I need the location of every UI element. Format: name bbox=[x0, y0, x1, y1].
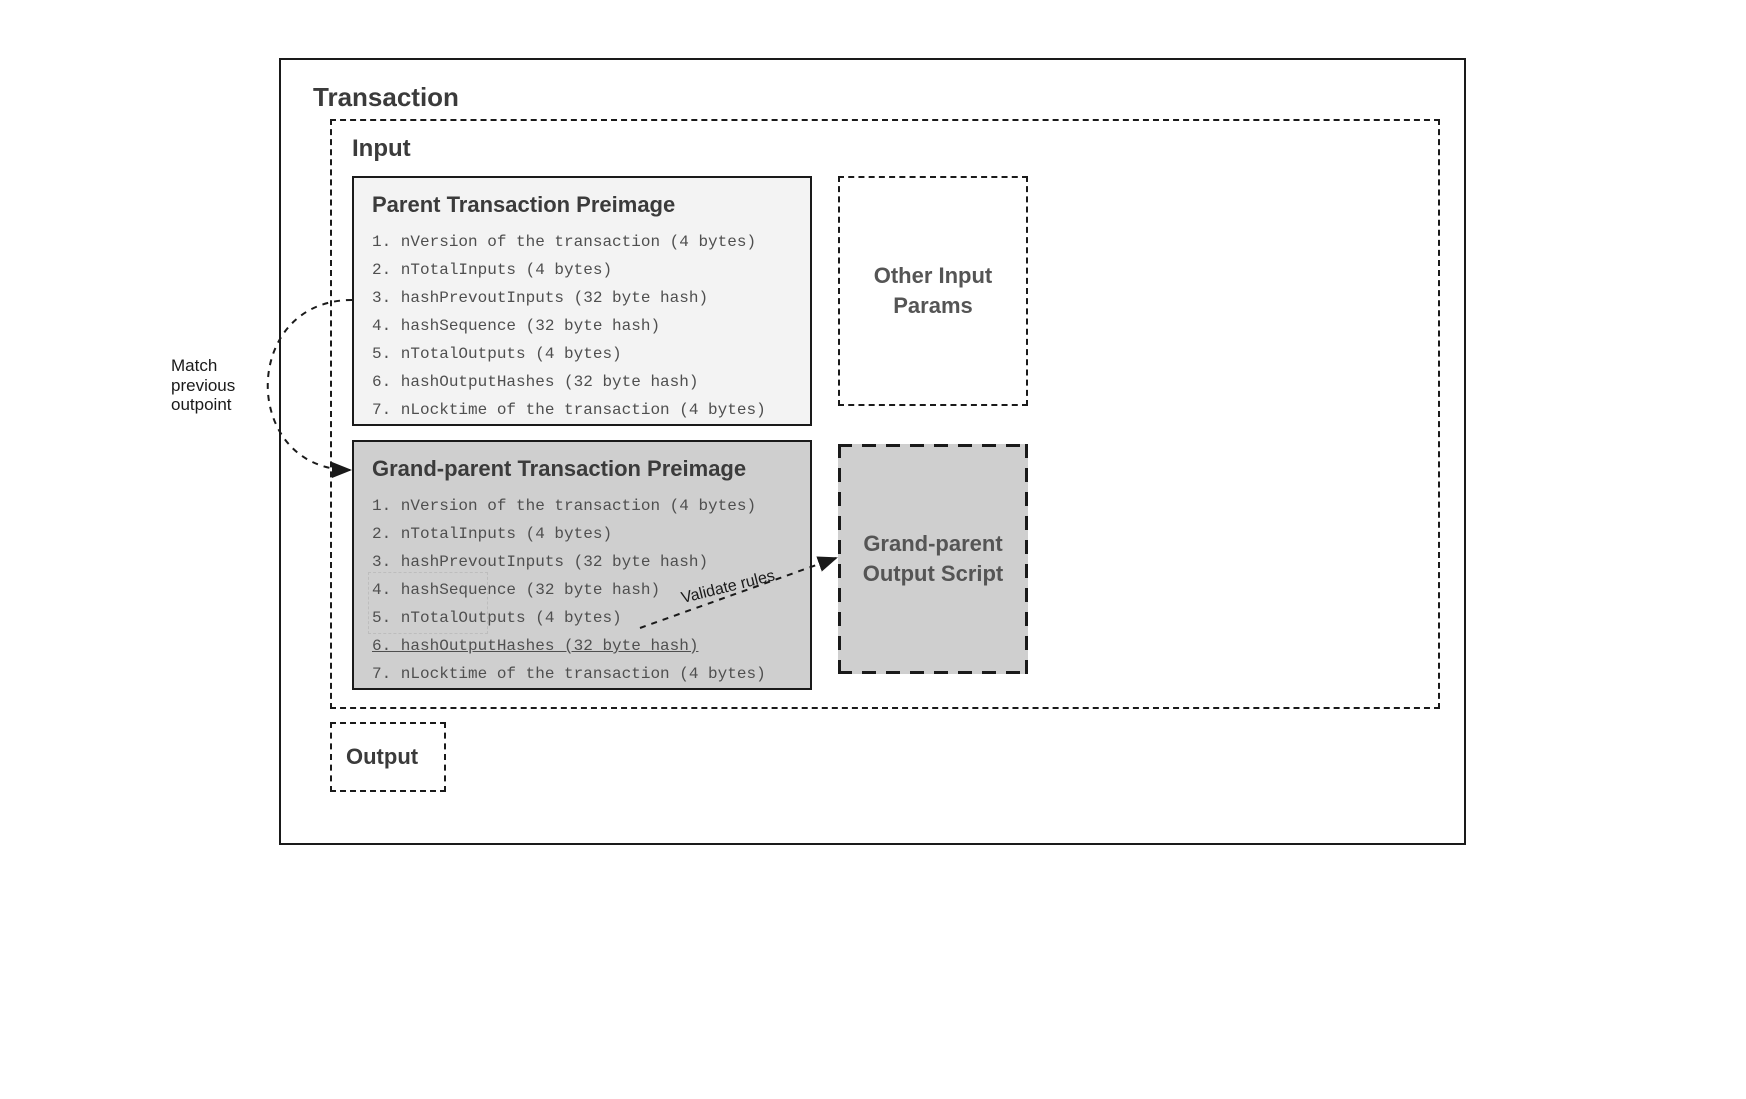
parent-preimage-item: 4. hashSequence (32 byte hash) bbox=[372, 312, 792, 340]
parent-preimage-item: 1. nVersion of the transaction (4 bytes) bbox=[372, 228, 792, 256]
input-title: Input bbox=[352, 135, 411, 163]
parent-preimage-item: 7. nLocktime of the transaction (4 bytes… bbox=[372, 396, 792, 424]
parent-preimage-item: 6. hashOutputHashes (32 byte hash) bbox=[372, 368, 792, 396]
grandparent-preimage-item: 1. nVersion of the transaction (4 bytes) bbox=[372, 492, 792, 520]
other-input-params-box: Other Input Params bbox=[838, 176, 1028, 406]
transaction-title: Transaction bbox=[313, 82, 459, 113]
parent-preimage-item: 5. nTotalOutputs (4 bytes) bbox=[372, 340, 792, 368]
match-outpoint-annotation: Match previous outpoint bbox=[171, 356, 235, 415]
output-box: Output bbox=[330, 722, 446, 792]
parent-preimage-item: 3. hashPrevoutInputs (32 byte hash) bbox=[372, 284, 792, 312]
parent-preimage-item: 2. nTotalInputs (4 bytes) bbox=[372, 256, 792, 284]
parent-preimage-box: Parent Transaction Preimage 1. nVersion … bbox=[352, 176, 812, 426]
grandparent-preimage-item-hashoutputhashes: 6. hashOutputHashes (32 byte hash) bbox=[372, 632, 792, 660]
grandparent-preimage-item: 7. nLocktime of the transaction (4 bytes… bbox=[372, 660, 792, 688]
grandparent-preimage-item: 2. nTotalInputs (4 bytes) bbox=[372, 520, 792, 548]
grandparent-preimage-box: Grand-parent Transaction Preimage 1. nVe… bbox=[352, 440, 812, 690]
diagram-canvas: Transaction Input Parent Transaction Pre… bbox=[0, 0, 1746, 1099]
parent-preimage-title: Parent Transaction Preimage bbox=[372, 192, 792, 218]
output-title: Output bbox=[346, 744, 418, 770]
grandparent-preimage-title: Grand-parent Transaction Preimage bbox=[372, 456, 792, 482]
grandparent-output-script-box: Grand-parent Output Script bbox=[838, 444, 1028, 674]
hashoutput-highlight bbox=[368, 572, 488, 634]
